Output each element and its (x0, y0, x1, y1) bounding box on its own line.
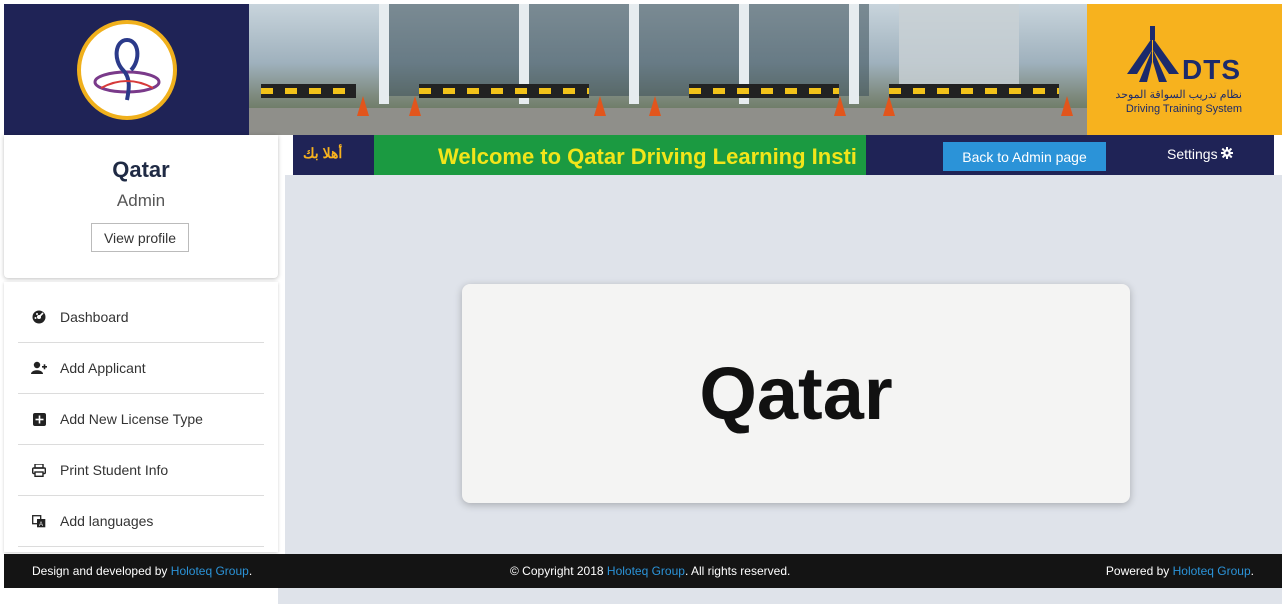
sidebar-item-label: Print Student Info (60, 462, 169, 478)
institute-logo[interactable] (4, 4, 249, 135)
profile-role: Admin (116, 191, 166, 210)
dts-english-name: Driving Training System (1125, 103, 1242, 115)
page-title: Qatar (699, 352, 893, 435)
footer-credits-suffix: . (248, 564, 253, 578)
plus-square-icon (18, 412, 60, 426)
top-navbar: أهلا بك Welcome to Qatar Driving Learnin… (293, 135, 1274, 175)
sidebar-item-dashboard[interactable]: Dashboard (18, 292, 264, 343)
sidebar-item-add-languages[interactable]: A Add languages (18, 496, 264, 547)
dashboard-icon (18, 310, 60, 324)
institute-logo-icon (76, 19, 177, 120)
dts-arabic-name: نظام تدريب السواقة الموحد (1115, 89, 1242, 101)
settings-label: Settings (1167, 146, 1218, 162)
title-card: Qatar (462, 284, 1130, 503)
footer-powered-text: Powered by (1105, 564, 1173, 578)
footer-credits-link[interactable]: Holoteq Group (171, 564, 249, 578)
gear-icon (1220, 146, 1233, 162)
footer-copyright-text: © Copyright 2018 (510, 564, 607, 578)
view-profile-button[interactable]: View profile (91, 223, 189, 252)
marquee-text: Welcome to Qatar Driving Learning Insti (438, 144, 857, 169)
footer-powered-link[interactable]: Holoteq Group (1173, 564, 1251, 578)
profile-card: Qatar Admin View profile (4, 135, 278, 278)
footer-copyright-suffix: . All rights reserved. (684, 564, 791, 578)
header: DTS نظام تدريب السواقة الموحد Driving Tr… (4, 4, 1282, 135)
welcome-greeting: أهلا بك (303, 145, 343, 161)
sidebar-item-label: Add Applicant (60, 360, 146, 376)
sidebar-item-label: Add languages (60, 513, 154, 529)
footer: Design and developed by Holoteq Group. ©… (4, 554, 1282, 588)
footer-powered-by: Powered by Holoteq Group. (1106, 564, 1254, 578)
sidebar-item-label: Dashboard (60, 309, 129, 325)
sidebar: Qatar Admin View profile Dashboard Add A… (4, 135, 278, 610)
dts-brand-text: DTS (1182, 54, 1241, 85)
content-bottom-strip (278, 588, 1282, 604)
footer-credits: Design and developed by Holoteq Group. (32, 564, 252, 578)
sidebar-item-label: Add New License Type (60, 411, 203, 427)
profile-name: Qatar (112, 157, 170, 182)
settings-menu[interactable]: Settings (1167, 146, 1233, 162)
sidebar-item-print-student-info[interactable]: Print Student Info (18, 445, 264, 496)
welcome-marquee: Welcome to Qatar Driving Learning Insti (374, 135, 866, 175)
sidebar-item-add-applicant[interactable]: Add Applicant (18, 343, 264, 394)
sidebar-item-add-license-type[interactable]: Add New License Type (18, 394, 264, 445)
printer-icon (18, 463, 60, 477)
dts-logo-icon (1125, 26, 1181, 89)
footer-credits-text: Design and developed by (32, 564, 171, 578)
language-icon: A (18, 514, 60, 528)
dts-logo[interactable]: DTS نظام تدريب السواقة الموحد Driving Tr… (1087, 4, 1282, 135)
sidebar-menu: Dashboard Add Applicant Add New License … (4, 282, 278, 552)
footer-powered-suffix: . (1250, 564, 1254, 578)
svg-text:A: A (39, 522, 43, 528)
header-banner-photo (249, 4, 1087, 135)
back-to-admin-button[interactable]: Back to Admin page (943, 142, 1106, 171)
footer-copyright: © Copyright 2018 Holoteq Group. All righ… (510, 564, 790, 578)
main-content: Qatar (285, 175, 1282, 554)
footer-copyright-link[interactable]: Holoteq Group (607, 564, 685, 578)
add-user-icon (18, 361, 60, 375)
